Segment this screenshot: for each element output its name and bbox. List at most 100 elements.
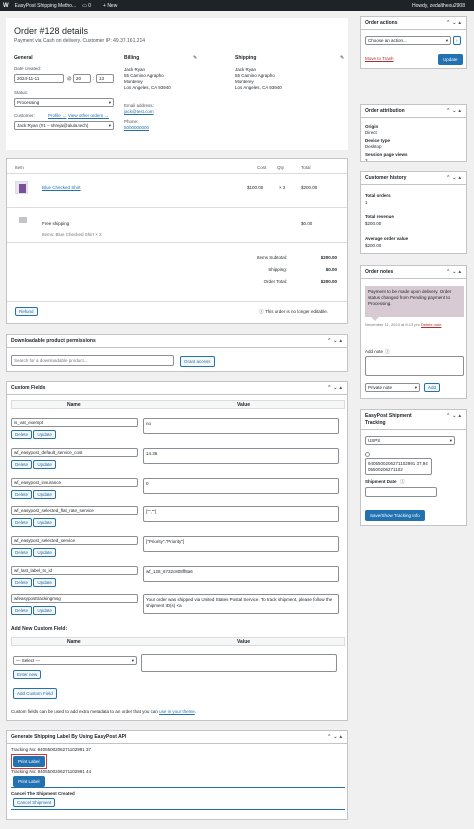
hour-input[interactable]: 20 bbox=[73, 74, 91, 83]
update-button[interactable]: Update bbox=[33, 490, 56, 499]
phone-link[interactable]: 5000000000 bbox=[124, 125, 149, 130]
print-label-highlight: Print Label bbox=[11, 754, 47, 769]
delete-button[interactable]: Delete bbox=[11, 606, 33, 615]
download-search-input[interactable]: Search for a downloadable product... bbox=[11, 355, 174, 366]
update-button[interactable]: Update bbox=[438, 54, 463, 65]
tracking-numbers-input[interactable]: 9405500206271102991 37,9405500206271102 bbox=[365, 458, 432, 475]
truck-icon bbox=[19, 217, 27, 223]
order-attribution-header[interactable]: Order attribution ⌃⌄▴ bbox=[361, 105, 466, 118]
field-name-input[interactable]: wf_easypost_insurance bbox=[11, 478, 138, 487]
note-type-select[interactable]: Private note bbox=[365, 383, 420, 392]
delete-button[interactable]: Delete bbox=[11, 460, 33, 469]
update-button[interactable]: Update bbox=[33, 518, 56, 527]
new-field-value-input[interactable] bbox=[141, 654, 337, 672]
field-name-input[interactable]: wf_last_label_tx_id bbox=[11, 566, 138, 575]
cancel-shipment-button[interactable]: Cancel Shipment bbox=[13, 798, 56, 807]
delete-note-link[interactable]: Delete note bbox=[421, 322, 441, 327]
cancel-shipment-title: Cancel The Shipment Created bbox=[11, 791, 75, 796]
grant-access-button[interactable]: Grant access bbox=[180, 356, 215, 367]
admin-bar-howdy[interactable]: Howdy, zedalthexu2908 bbox=[412, 3, 465, 9]
box-controls-icon[interactable]: ⌃⌄▴ bbox=[446, 269, 463, 275]
add-custom-field-button[interactable]: Add Custom Field bbox=[13, 688, 57, 699]
new-field-key-select[interactable]: — Select — bbox=[13, 656, 137, 665]
col-qty: Qty bbox=[277, 165, 285, 170]
delete-button[interactable]: Delete bbox=[11, 578, 33, 587]
comments-icon[interactable]: ▭ 0 bbox=[82, 3, 97, 9]
downloads-box: Downloadable product permissions ⌃⌄▴ Sear… bbox=[6, 334, 348, 372]
note-tail bbox=[371, 317, 379, 321]
use-in-theme-link[interactable]: use in your theme bbox=[159, 709, 195, 714]
order-note: Payment to be made upon delivery. Order … bbox=[365, 286, 464, 317]
box-controls-icon[interactable]: ⌃⌄▴ bbox=[446, 413, 463, 419]
box-controls-icon[interactable]: ⌃⌄▴ bbox=[327, 385, 344, 391]
status-select[interactable]: Processing bbox=[14, 98, 114, 107]
delete-button[interactable]: Delete bbox=[11, 430, 33, 439]
carrier-select[interactable]: USPS bbox=[365, 436, 455, 445]
box-controls-icon[interactable]: ⌃⌄▴ bbox=[446, 108, 463, 114]
wordpress-logo-icon[interactable]: W bbox=[3, 3, 9, 9]
email-link[interactable]: jack@test.com bbox=[124, 109, 154, 114]
add-note-textarea[interactable] bbox=[365, 356, 464, 376]
field-value-input[interactable]: ["",""] bbox=[143, 506, 339, 522]
minute-input[interactable]: 13 bbox=[96, 74, 114, 83]
field-value-input[interactable]: wf_128_6732c808ff8a6 bbox=[143, 566, 339, 582]
order-action-select[interactable]: Choose an action... bbox=[365, 36, 451, 45]
product-link[interactable]: Blue Checked Shirt bbox=[42, 185, 81, 190]
box-controls-icon[interactable]: ⌃⌄▴ bbox=[446, 175, 463, 181]
order-actions-title: Order actions bbox=[365, 20, 398, 26]
easypost-tracking-header[interactable]: EasyPost Shipment Tracking ⌃⌄▴ bbox=[361, 410, 466, 430]
shipping-items: Items: Blue Checked Shirt × 2 bbox=[42, 232, 102, 237]
field-name-input[interactable]: wfeasyposttrackingmsg bbox=[11, 594, 138, 603]
print-label-button-1[interactable]: Print Label bbox=[13, 756, 45, 767]
field-value-input[interactable]: ["Priority","Priority"] bbox=[143, 536, 339, 552]
order-notes-header[interactable]: Order notes ⌃⌄▴ bbox=[361, 266, 466, 279]
add-note-button[interactable]: Add bbox=[424, 383, 441, 392]
update-button[interactable]: Update bbox=[33, 606, 56, 615]
update-button[interactable]: Update bbox=[33, 578, 56, 587]
order-actions-header[interactable]: Order actions ⌃⌄▴ bbox=[361, 17, 466, 30]
save-show-tracking-button[interactable]: Save/Show Tracking Info bbox=[365, 510, 425, 521]
delete-button[interactable]: Delete bbox=[11, 490, 33, 499]
pencil-icon[interactable]: ✎ bbox=[193, 55, 197, 61]
box-controls-icon[interactable]: ⌃⌄▴ bbox=[327, 338, 344, 344]
shipping-method: Free shipping bbox=[42, 221, 70, 226]
email-label: Email address: bbox=[124, 103, 154, 108]
admin-bar-new[interactable]: + New bbox=[103, 3, 117, 9]
refund-button[interactable]: Refund bbox=[15, 307, 38, 316]
update-button[interactable]: Update bbox=[33, 548, 56, 557]
update-button[interactable]: Update bbox=[33, 460, 56, 469]
field-value-input[interactable]: no bbox=[143, 418, 339, 434]
enter-new-button[interactable]: Enter new bbox=[13, 670, 42, 679]
print-label-button-2[interactable]: Print Label bbox=[13, 776, 45, 787]
order-subtitle: Payment via Cash on delivery. Customer I… bbox=[14, 38, 146, 44]
update-button[interactable]: Update bbox=[33, 430, 56, 439]
shipment-date-input[interactable] bbox=[365, 487, 437, 497]
time-sep: : bbox=[93, 76, 95, 81]
help-icon[interactable]: ⓘ bbox=[385, 349, 390, 355]
customer-history-header[interactable]: Customer history ⌃⌄▴ bbox=[361, 172, 466, 185]
custom-fields-header[interactable]: Custom Fields ⌃⌄▴ bbox=[7, 382, 347, 395]
pencil-icon[interactable]: ✎ bbox=[340, 55, 344, 61]
box-controls-icon[interactable]: ⌃⌄▴ bbox=[446, 20, 463, 26]
profile-link[interactable]: Profile → bbox=[48, 113, 67, 118]
view-orders-link[interactable]: View other orders → bbox=[68, 113, 109, 118]
field-value-input[interactable]: 14.36 bbox=[143, 448, 339, 464]
customer-select[interactable]: Jack Ryan (#1 – shreja@alula.tech) bbox=[14, 121, 114, 130]
box-controls-icon[interactable]: ⌃⌄▴ bbox=[327, 734, 344, 740]
admin-bar-site[interactable]: EasyPost Shipping Metho... bbox=[15, 3, 76, 9]
field-name-input[interactable]: is_vat_exempt bbox=[11, 418, 138, 427]
help-icon[interactable]: ⓘ bbox=[400, 479, 405, 485]
move-to-trash-link[interactable]: Move to Trash bbox=[365, 56, 394, 61]
tracking-radio[interactable] bbox=[365, 452, 370, 457]
date-input[interactable]: 2024-11-11 bbox=[14, 74, 64, 83]
field-name-input[interactable]: wf_easypost_selected_service bbox=[11, 536, 138, 545]
field-value-input[interactable]: Your order was shipped via United States… bbox=[143, 594, 339, 614]
apply-action-button[interactable]: › bbox=[453, 36, 461, 45]
easypost-label-header[interactable]: Generate Shipping Label By Using EasyPos… bbox=[7, 731, 347, 744]
delete-button[interactable]: Delete bbox=[11, 548, 33, 557]
downloads-header[interactable]: Downloadable product permissions ⌃⌄▴ bbox=[7, 335, 347, 348]
field-name-input[interactable]: wf_easypost_selected_flat_rate_service bbox=[11, 506, 138, 515]
delete-button[interactable]: Delete bbox=[11, 518, 33, 527]
field-name-input[interactable]: wf_easypost_default_service_cost bbox=[11, 448, 138, 457]
field-value-input[interactable]: 0 bbox=[143, 478, 339, 494]
